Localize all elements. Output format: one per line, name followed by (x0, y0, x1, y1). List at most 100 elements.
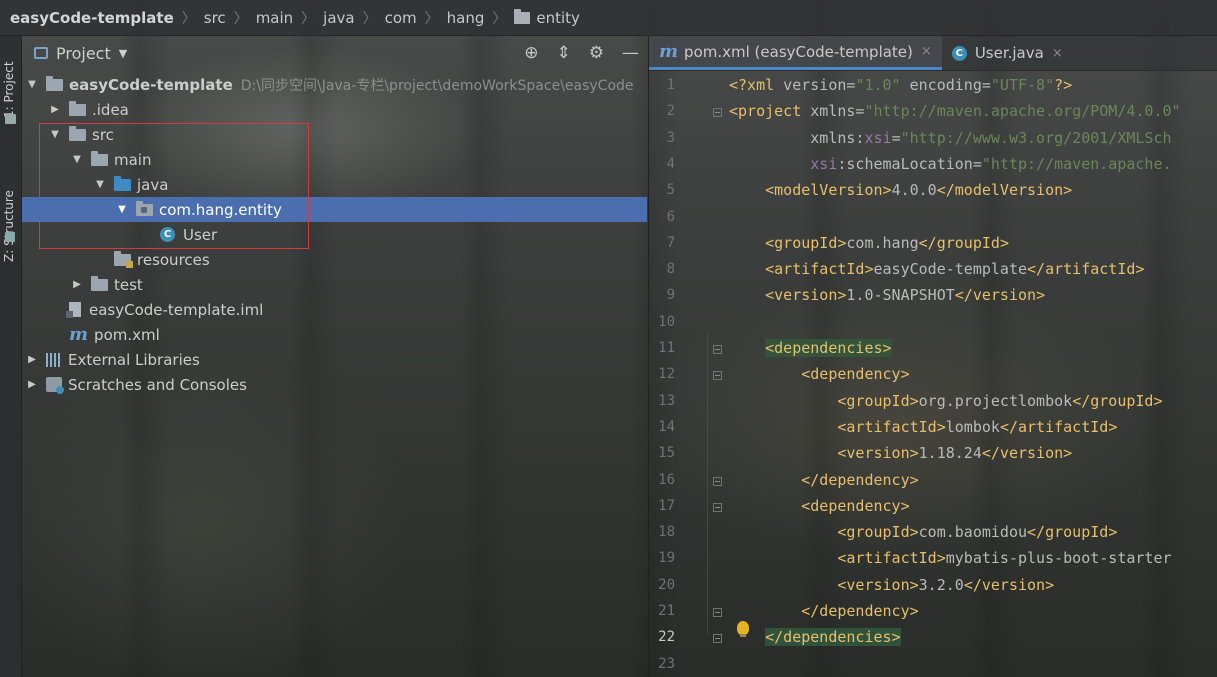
expand-arrow-icon[interactable]: ▼ (26, 79, 38, 90)
code-line: <artifactId>easyCode-template</artifactI… (765, 260, 1145, 279)
tab-label: pom.xml (easyCode-template) (684, 42, 913, 61)
tab-pom-xml[interactable]: m pom.xml (easyCode-template) × (649, 36, 942, 70)
tree-item-path-hint: D:\同步空间\Java-专栏\project\demoWorkSpace\ea… (240, 77, 634, 94)
line-number: 17 (658, 497, 675, 514)
tree-item-project-root[interactable]: ▼ easyCode-template D:\同步空间\Java-专栏\proj… (22, 72, 647, 97)
tree-item-src[interactable]: ▼ src (22, 122, 647, 147)
breadcrumb: easyCode-template 〉 src 〉 main 〉 java 〉 com 〉… (0, 0, 1217, 36)
breadcrumb-item-entity[interactable]: entity (514, 8, 580, 27)
project-tool-tab[interactable]: 1: Project (2, 48, 16, 118)
fold-marker-icon[interactable] (713, 108, 722, 118)
tree-item-user-class[interactable]: C User (22, 222, 647, 247)
folder-icon (69, 100, 86, 116)
tree-item-label: com.hang.entity (159, 200, 282, 219)
breadcrumb-item-src[interactable]: src (204, 9, 226, 27)
tree-item-resources[interactable]: resources (22, 247, 647, 272)
code-line: <artifactId>mybatis-plus-boot-starter (837, 549, 1172, 568)
tree-item-label: .idea (92, 100, 129, 119)
tab-label: User.java (974, 44, 1044, 62)
library-icon (46, 352, 62, 367)
expand-arrow-icon[interactable]: ▼ (49, 129, 61, 140)
project-tab-icon (5, 114, 16, 124)
structure-tool-tab[interactable]: Z: Structure (2, 152, 16, 262)
code-line: <version>1.18.24</version> (837, 444, 1073, 463)
tree-item-test[interactable]: ▶ test (22, 272, 647, 297)
code-line: xsi:schemaLocation="http://maven.apache. (810, 154, 1172, 173)
project-panel-title[interactable]: Project (56, 44, 111, 63)
code-line: <version>1.0-SNAPSHOT</version> (765, 286, 1046, 305)
fold-marker-icon[interactable] (713, 502, 722, 512)
tree-item-external-libraries[interactable]: ▶ External Libraries (22, 347, 647, 372)
editor-gutter[interactable]: 1 2 3 4 5 6 7 8 9 10 11 12 13 14 15 16 17 18 19 20 21 22 23 (649, 70, 722, 677)
breadcrumb-item-java[interactable]: java (323, 9, 354, 27)
code-line: <dependency> (801, 496, 910, 515)
editor-tabs: m pom.xml (easyCode-template) × C User.j… (649, 36, 1217, 71)
gear-icon[interactable]: ⚙ (589, 43, 604, 63)
close-icon[interactable]: × (1052, 46, 1063, 61)
editor-area: m pom.xml (easyCode-template) × C User.j… (648, 36, 1217, 677)
tree-item-iml-file[interactable]: easyCode-template.iml (22, 297, 647, 322)
fold-marker-icon[interactable] (713, 371, 722, 381)
tree-item-main[interactable]: ▼ main (22, 147, 647, 172)
fold-marker-icon[interactable] (713, 345, 722, 354)
locate-file-icon[interactable]: ⊕ (524, 43, 538, 63)
tree-item-label: pom.xml (94, 325, 160, 344)
project-panel: Project ▼ ⊕ ⇕ ⚙ — ▼ easyCode-template D:… (22, 36, 647, 677)
line-number: 14 (658, 418, 675, 435)
line-number: 9 (666, 287, 675, 304)
line-number: 4 (666, 155, 675, 172)
code-line: </dependencies> (765, 628, 901, 647)
fold-marker-icon[interactable] (713, 476, 722, 486)
code-line: </dependency> (801, 470, 919, 489)
fold-marker-icon[interactable] (713, 634, 722, 644)
expand-arrow-icon[interactable]: ▼ (116, 204, 128, 215)
line-number: 15 (658, 445, 675, 462)
project-tree: ▼ easyCode-template D:\同步空间\Java-专栏\proj… (22, 72, 647, 397)
tree-item-label: test (114, 275, 143, 294)
chevron-down-icon[interactable]: ▼ (119, 47, 127, 60)
collapse-arrow-icon[interactable]: ▶ (71, 279, 83, 290)
breadcrumb-item-project[interactable]: easyCode-template (10, 9, 174, 27)
tab-user-java[interactable]: C User.java × (942, 36, 1073, 70)
tree-item-label: External Libraries (68, 350, 200, 369)
class-icon: C (160, 227, 175, 242)
expand-arrow-icon[interactable]: ▼ (71, 154, 83, 165)
tree-item-package-entity[interactable]: ▼ com.hang.entity (22, 197, 647, 222)
breadcrumb-separator-icon: 〉 (492, 10, 507, 27)
tree-item-scratches[interactable]: ▶ Scratches and Consoles (22, 372, 647, 397)
expand-arrow-icon[interactable]: ▼ (94, 179, 106, 190)
code-line: <groupId>com.hang</groupId> (765, 233, 1009, 252)
collapse-all-icon[interactable]: ⇕ (557, 43, 571, 63)
line-number: 10 (658, 313, 675, 330)
project-view-icon (34, 47, 48, 59)
line-number: 8 (666, 261, 675, 278)
line-number: 11 (658, 340, 675, 356)
code-editor[interactable]: <?xml version="1.0" encoding="UTF-8"?> <p… (729, 70, 1217, 677)
close-icon[interactable]: × (921, 44, 932, 59)
fold-marker-icon[interactable] (713, 608, 722, 617)
line-number: 5 (666, 182, 675, 199)
tree-item-label: main (114, 150, 152, 169)
breadcrumb-item-com[interactable]: com (385, 9, 417, 27)
code-line: <?xml version="1.0" encoding="UTF-8"?> (729, 76, 1073, 94)
breadcrumb-separator-icon: 〉 (362, 10, 377, 27)
tree-item-idea[interactable]: ▶ .idea (22, 97, 647, 122)
line-number: 21 (658, 603, 675, 619)
tree-item-java[interactable]: ▼ java (22, 172, 647, 197)
maven-icon: m (69, 323, 89, 345)
collapse-arrow-icon[interactable]: ▶ (26, 379, 38, 390)
tree-item-label: src (92, 125, 114, 144)
scratch-icon (46, 377, 64, 394)
minimize-icon[interactable]: — (622, 43, 639, 63)
code-line: <groupId>com.baomidou</groupId> (837, 523, 1118, 542)
line-number: 7 (666, 234, 675, 251)
collapse-arrow-icon[interactable]: ▶ (49, 104, 61, 115)
breadcrumb-separator-icon: 〉 (301, 10, 316, 27)
breadcrumb-separator-icon: 〉 (181, 10, 196, 27)
collapse-arrow-icon[interactable]: ▶ (26, 354, 38, 365)
tree-item-label: Scratches and Consoles (68, 375, 247, 394)
line-number: 3 (666, 129, 675, 146)
tree-item-pom[interactable]: m pom.xml (22, 322, 647, 347)
breadcrumb-item-hang[interactable]: hang (447, 9, 485, 27)
breadcrumb-item-main[interactable]: main (256, 9, 293, 27)
